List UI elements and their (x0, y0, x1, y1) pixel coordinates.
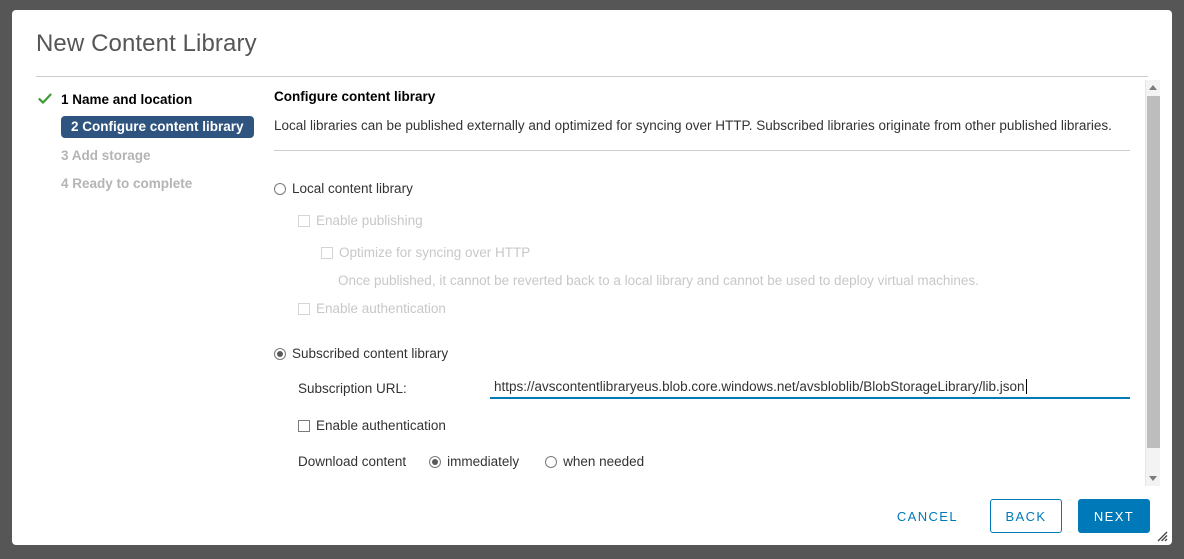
step-label: 3 Add storage (61, 147, 151, 163)
scrollbar-thumb[interactable] (1147, 96, 1160, 448)
local-content-library-label: Local content library (292, 181, 413, 196)
download-content-label: Download content (298, 454, 407, 469)
text-caret (1025, 379, 1027, 394)
download-immediately-radio[interactable]: immediately (429, 454, 519, 469)
new-content-library-dialog: New Content Library 1 Name and location … (12, 10, 1172, 545)
download-content-row: Download content immediately when needed (298, 454, 1142, 469)
configure-content-library-panel: Configure content library Local librarie… (274, 88, 1142, 486)
subscribed-content-library-radio[interactable]: Subscribed content library (274, 346, 1142, 361)
title-divider (36, 76, 1148, 77)
check-icon (38, 92, 52, 106)
download-immediately-label: immediately (447, 454, 520, 469)
subscribed-content-library-label: Subscribed content library (292, 346, 449, 361)
radio-indicator (274, 347, 286, 360)
section-divider (274, 150, 1130, 151)
step-label: 1 Name and location (61, 91, 193, 107)
checkbox-indicator (298, 419, 310, 432)
local-content-library-radio[interactable]: Local content library (274, 181, 1142, 196)
sidebar-item-name-and-location[interactable]: 1 Name and location (36, 88, 266, 110)
subscription-url-row: Subscription URL: https://avscontentlibr… (298, 377, 1142, 399)
section-description: Local libraries can be published externa… (274, 118, 1112, 133)
optimize-help-text: Once published, it cannot be reverted ba… (338, 273, 979, 288)
enable-authentication-subscribed-label: Enable authentication (316, 418, 446, 433)
enable-publishing-checkbox: Enable publishing (298, 213, 1142, 228)
enable-authentication-subscribed-checkbox[interactable]: Enable authentication (298, 418, 1142, 433)
scroll-up-icon[interactable] (1146, 80, 1160, 95)
radio-indicator (274, 182, 286, 195)
back-button[interactable]: BACK (990, 499, 1062, 533)
checkbox-indicator (321, 246, 333, 259)
optimize-for-syncing-label: Optimize for syncing over HTTP (339, 245, 531, 260)
download-when-needed-radio[interactable]: when needed (545, 454, 644, 469)
enable-authentication-local-label: Enable authentication (316, 301, 446, 316)
checkbox-indicator (298, 302, 310, 315)
enable-publishing-label: Enable publishing (316, 213, 423, 228)
subscription-url-value: https://avscontentlibraryeus.blob.core.w… (494, 379, 1025, 394)
checkbox-indicator (298, 214, 310, 227)
enable-authentication-local-checkbox: Enable authentication (298, 301, 1142, 316)
subscription-url-input[interactable]: https://avscontentlibraryeus.blob.core.w… (490, 377, 1130, 399)
resize-grip-icon[interactable] (1156, 529, 1168, 542)
subscription-url-label: Subscription URL: (298, 380, 407, 396)
sidebar-item-add-storage[interactable]: 3 Add storage (36, 144, 266, 166)
cancel-button[interactable]: CANCEL (881, 499, 974, 533)
scroll-down-icon[interactable] (1146, 471, 1160, 486)
dialog-title-bar: New Content Library (12, 10, 1172, 66)
step-label: 2 Configure content library (61, 115, 254, 139)
sidebar-item-configure-content-library[interactable]: 2 Configure content library (61, 115, 266, 139)
download-when-needed-label: when needed (563, 454, 645, 469)
radio-indicator (545, 455, 558, 468)
dialog-footer: CANCEL BACK NEXT (12, 487, 1172, 545)
optimize-for-syncing-checkbox: Optimize for syncing over HTTP (321, 245, 1142, 260)
content-scrollbar[interactable] (1145, 80, 1160, 486)
page-title: New Content Library (36, 30, 257, 57)
step-label: 4 Ready to complete (61, 175, 193, 191)
radio-indicator (429, 455, 442, 468)
section-title: Configure content library (274, 89, 436, 104)
wizard-step-nav: 1 Name and location 2 Configure content … (36, 88, 266, 200)
next-button[interactable]: NEXT (1078, 499, 1150, 533)
sidebar-item-ready-to-complete[interactable]: 4 Ready to complete (36, 172, 266, 194)
